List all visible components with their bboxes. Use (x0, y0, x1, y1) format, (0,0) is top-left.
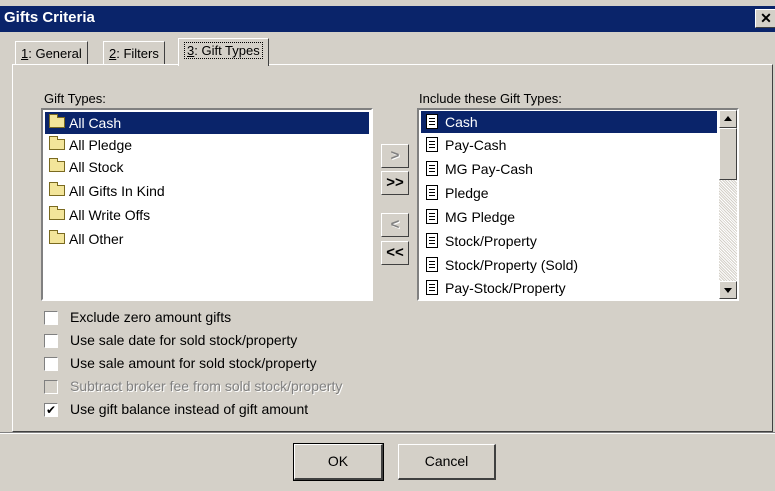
scroll-thumb[interactable] (719, 128, 737, 180)
list-item[interactable]: Stock/Property (Sold) (421, 254, 584, 276)
checkbox[interactable]: ✔ (44, 403, 58, 417)
gift-types-listbox[interactable]: All Cash All Pledge All Stock All Gifts … (41, 108, 373, 301)
checkbox[interactable] (44, 311, 58, 325)
title-bar[interactable]: Gifts Criteria ✕ (0, 6, 775, 32)
document-icon (426, 280, 438, 295)
document-icon (426, 161, 438, 176)
tab-general-label: : General (28, 46, 82, 61)
list-item[interactable]: Pledge (421, 182, 495, 204)
tab-filters[interactable]: 2: Filters (103, 41, 165, 65)
list-item[interactable]: Cash (421, 111, 717, 133)
up-arrow-icon (724, 116, 732, 121)
list-item[interactable]: All Pledge (45, 134, 138, 156)
document-icon (426, 137, 438, 152)
remove-all-button[interactable]: << (381, 241, 409, 265)
folder-icon (49, 230, 65, 244)
folder-icon (49, 158, 65, 172)
ok-button[interactable]: OK (293, 443, 384, 481)
list-item[interactable]: MG Pay-Cash (421, 158, 539, 180)
add-button[interactable]: > (381, 144, 409, 168)
list-item[interactable]: Stock/Property (421, 230, 543, 252)
tab-general[interactable]: 1: General (15, 41, 88, 65)
folder-icon (49, 114, 65, 128)
checkbox[interactable] (44, 334, 58, 348)
gift-types-label: Gift Types: (44, 91, 106, 106)
divider (0, 432, 775, 434)
close-icon: ✕ (760, 10, 772, 26)
tab-filters-label: : Filters (116, 46, 159, 61)
down-arrow-icon (724, 288, 732, 293)
document-icon (426, 209, 438, 224)
include-gift-types-label: Include these Gift Types: (419, 91, 562, 106)
close-button[interactable]: ✕ (755, 9, 775, 28)
list-item[interactable]: MG Pledge (421, 206, 521, 228)
list-item[interactable]: All Write Offs (45, 204, 156, 226)
document-icon (426, 233, 438, 248)
checkmark-icon: ✔ (45, 403, 57, 417)
scroll-down-button[interactable] (719, 281, 737, 299)
folder-icon (49, 182, 65, 196)
add-all-button[interactable]: >> (381, 171, 409, 195)
gifts-criteria-dialog: Gifts Criteria ✕ 1: General 2: Filters 3… (0, 0, 775, 491)
cancel-button[interactable]: Cancel (398, 444, 496, 480)
tab-gift-types-label: : Gift Types (194, 43, 260, 58)
scroll-up-button[interactable] (719, 110, 737, 128)
tab-gift-types[interactable]: 3: Gift Types (178, 38, 269, 66)
list-item[interactable]: All Gifts In Kind (45, 180, 171, 202)
checkbox[interactable] (44, 357, 58, 371)
remove-button[interactable]: < (381, 213, 409, 237)
list-item[interactable]: All Other (45, 228, 129, 250)
document-icon (426, 185, 438, 200)
tab-gift-types-focus: 3: Gift Types (184, 42, 263, 59)
document-icon (426, 114, 438, 129)
checkbox (44, 380, 58, 394)
list-item[interactable]: Pay-Stock/Property (421, 277, 572, 299)
list-item[interactable]: Pay-Cash (421, 134, 512, 156)
list-item[interactable]: All Cash (45, 112, 369, 134)
list-item[interactable]: All Stock (45, 156, 129, 178)
document-icon (426, 257, 438, 272)
include-gift-types-listbox[interactable]: Cash Pay-Cash MG Pay-Cash Pledge MG Pled… (417, 108, 739, 301)
folder-icon (49, 206, 65, 220)
window-title: Gifts Criteria (4, 9, 95, 26)
folder-icon (49, 136, 65, 150)
vertical-scrollbar[interactable] (719, 110, 737, 299)
